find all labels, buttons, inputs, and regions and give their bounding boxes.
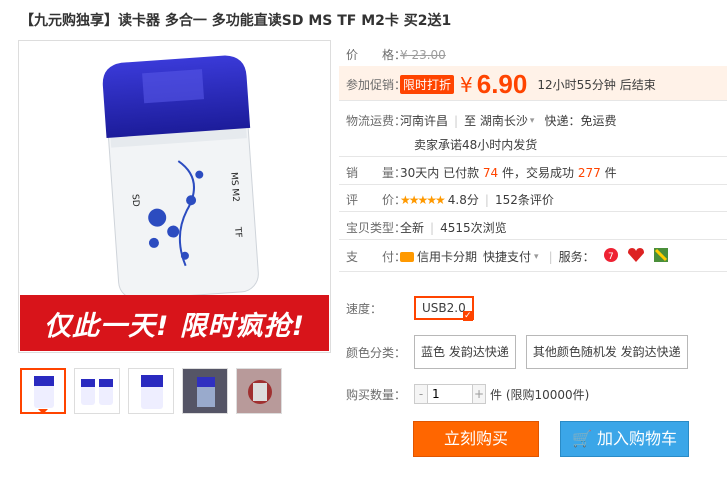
item-condition: 全新 [400, 221, 425, 235]
main-product-image: SD MS M2 TF 仅此一天! 限时疯抢! [18, 40, 331, 353]
yen-symbol: ¥ [460, 72, 473, 97]
quality-icon[interactable] [653, 247, 669, 266]
payment-row: 支 付： 信用卡分期 快捷支付 ▾ | 服务： 7 [340, 247, 669, 266]
stock-limit: 件 (限购10000件) [490, 387, 590, 402]
product-title: 【九元购独享】读卡器 多合一 多功能直读SD MS TF M2卡 买2送1 [20, 13, 452, 29]
view-count: 4515次浏览 [440, 221, 507, 235]
color-row: 颜色分类： 蓝色 发韵达快递 其他颜色随机发 发韵达快递 [340, 335, 698, 369]
cart-icon: 🛒 [571, 429, 592, 448]
color-option-blue[interactable]: 蓝色 发韵达快递 [414, 335, 516, 369]
thumb-reader-pair[interactable] [74, 368, 120, 414]
quantity-row: 购买数量： - + 件 (限购10000件) [340, 384, 589, 404]
original-price: ¥ 23.00 [400, 47, 446, 62]
paid-count: 74 [482, 165, 499, 180]
color-option-random[interactable]: 其他颜色随机发 发韵达快递 [525, 335, 688, 369]
seven-day-return-icon[interactable]: 7 [603, 247, 619, 266]
thumb-reader-package[interactable] [236, 368, 282, 414]
sales-row: 销 量： 30天内 已付款 74 件，交易成功 277 件 [346, 165, 617, 181]
quantity-input[interactable] [428, 384, 472, 404]
rating-row: 评 价： ★★★★★ 4.8分 | 152条评价 [346, 191, 554, 208]
svg-text:TF: TF [232, 226, 243, 238]
card-reader-illustration: SD MS M2 TF [102, 55, 259, 300]
chevron-down-icon[interactable]: ▾ [530, 116, 535, 126]
reviews-link[interactable]: 152条评价 [495, 191, 554, 208]
svg-text:7: 7 [608, 252, 614, 262]
express-fee: 快递：免运费 [544, 114, 617, 128]
promo-banner: 仅此一天! 限时疯抢! [20, 295, 329, 351]
svg-text:MS M2: MS M2 [228, 172, 240, 202]
ship-from: 河南许昌 [400, 114, 449, 128]
shipping-row: 物流运费： 河南许昌 | 至 湖南长沙 ▾ 快递：免运费 [346, 112, 617, 129]
price-row: 价 格： ¥ 23.00 [346, 47, 446, 63]
svg-text:SD: SD [130, 194, 141, 207]
guarantee-icon[interactable] [627, 247, 645, 266]
rating-stars: ★★★★★ [400, 192, 446, 207]
shipping-promise: 卖家承诺48小时内发货 [414, 138, 538, 152]
thumb-reader-front[interactable] [20, 368, 66, 414]
speed-row: 速度： USB2.0 [340, 296, 484, 321]
promo-row: 参加促销： 限时打折 ¥ 6.90 12小时55分钟 后结束 [346, 69, 656, 99]
ship-to-selector[interactable]: 湖南长沙 [480, 112, 528, 129]
chevron-down-icon[interactable]: ▾ [534, 252, 539, 262]
thumb-reader-blue[interactable] [128, 368, 174, 414]
buy-now-button[interactable]: 立刻购买 [413, 421, 539, 457]
speed-option-usb2[interactable]: USB2.0 [414, 296, 474, 321]
thumb-reader-photo[interactable] [182, 368, 228, 414]
quantity-plus-button[interactable]: + [472, 384, 486, 404]
add-to-cart-button[interactable]: 🛒 加入购物车 [560, 421, 689, 457]
credit-card-icon [400, 251, 414, 262]
rating-score: 4.8分 [447, 193, 479, 207]
type-row: 宝贝类型： 全新 | 4515次浏览 [346, 220, 507, 236]
fast-pay[interactable]: 快捷支付 [483, 248, 531, 265]
credit-installment[interactable]: 信用卡分期 [417, 248, 477, 265]
promo-badge: 限时打折 [400, 75, 455, 94]
promo-price: 6.90 [476, 69, 528, 99]
quantity-stepper: - + [414, 384, 486, 404]
success-count: 277 [577, 165, 601, 180]
quantity-minus-button[interactable]: - [414, 384, 428, 404]
countdown: 12小时55分钟 后结束 [537, 78, 656, 92]
thumbnail-strip [20, 368, 290, 414]
